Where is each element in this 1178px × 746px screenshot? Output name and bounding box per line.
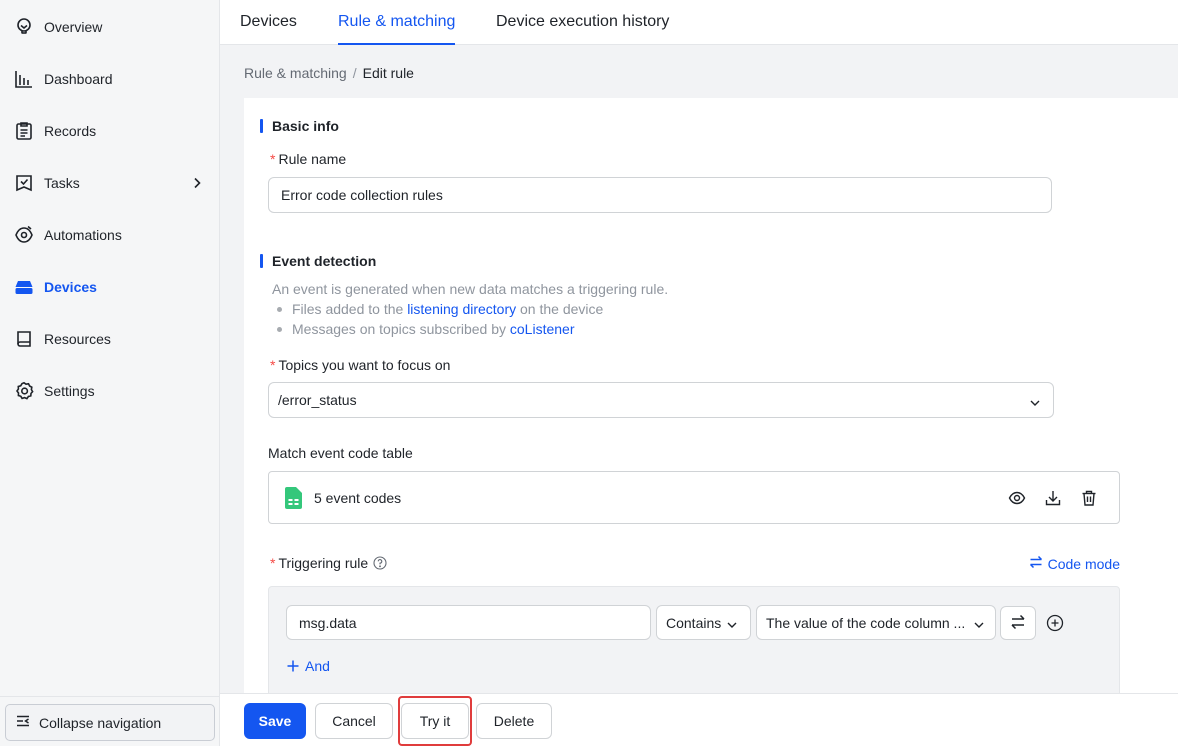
bullet-text: Files added to the [292,301,408,317]
breadcrumb-parent[interactable]: Rule & matching [244,65,347,81]
lightbulb-icon [14,17,34,37]
condition-value-text: The value of the code column ... [766,614,966,631]
rule-name-label: * Rule name [270,151,346,167]
tab-rule-matching[interactable]: Rule & matching [338,0,456,45]
gear-icon [14,381,34,401]
collapse-icon [15,713,31,732]
topics-label-text: Topics you want to focus on [278,357,451,373]
task-icon [14,173,34,193]
sidebar-item-settings[interactable]: Settings [0,371,219,411]
sidebar: Overview Dashboard Records Tasks Automat… [0,0,220,746]
sidebar-item-label: Resources [44,331,111,347]
rule-name-input[interactable]: Error code collection rules [268,177,1052,213]
triggering-rule-label-text: Triggering rule [278,555,369,571]
edit-rule-form: Basic info * Rule name Error code collect… [244,98,1178,693]
sidebar-item-devices[interactable]: Devices [0,267,219,307]
event-code-table-name: 5 event codes [314,489,402,506]
sidebar-item-label: Settings [44,383,95,399]
plus-icon [287,660,299,672]
chevron-down-icon [726,618,738,634]
breadcrumb-separator: / [352,65,357,81]
sidebar-item-overview[interactable]: Overview [0,7,219,47]
add-and-button[interactable]: And [287,658,330,674]
sidebar-item-automations[interactable]: Automations [0,215,219,255]
sidebar-item-label: Automations [44,227,122,243]
sidebar-item-label: Overview [44,19,103,35]
main-content: Rule & matching / Edit rule Basic info * Ru… [220,45,1178,693]
event-detection-description: An event is generated when new data matc… [272,279,972,339]
listening-directory-link[interactable]: listening directory [407,301,516,317]
sidebar-item-resources[interactable]: Resources [0,319,219,359]
basic-info-title: Basic info [260,118,339,134]
code-mode-label: Code mode [1047,555,1120,572]
bullet-text: Messages on topics subscribed by [292,321,510,337]
sidebar-item-tasks[interactable]: Tasks [0,163,219,203]
triggering-rule-box: msg.data Contains The value of the code … [268,586,1120,693]
code-mode-button[interactable]: Code mode [1029,555,1120,572]
sidebar-item-label: Dashboard [44,71,113,87]
divider [0,696,219,697]
save-button[interactable]: Save [244,703,306,739]
condition-value-select[interactable]: The value of the code column ... [756,605,996,640]
topics-label: * Topics you want to focus on [270,357,450,373]
sidebar-item-records[interactable]: Records [0,111,219,151]
tab-device-execution-history[interactable]: Device execution history [496,0,669,45]
chevron-down-icon [1029,396,1041,412]
topics-select[interactable]: /error_status [268,382,1054,418]
condition-field-input[interactable]: msg.data [286,605,651,640]
swap-icon [1010,614,1026,633]
bar-chart-icon [14,69,34,89]
breadcrumb-current: Edit rule [362,65,414,81]
match-table-label: Match event code table [268,445,413,461]
collapse-navigation-label: Collapse navigation [39,714,162,731]
device-icon [14,277,34,297]
rule-name-label-text: Rule name [278,151,347,167]
chevron-right-icon [189,175,205,194]
colistener-link[interactable]: coListener [510,321,575,337]
sidebar-item-label: Tasks [44,175,80,191]
automation-icon [14,225,34,245]
breadcrumb: Rule & matching / Edit rule [244,65,414,81]
download-icon[interactable] [1043,488,1063,508]
chevron-down-icon [973,618,985,634]
required-mark: * [270,151,276,167]
help-icon[interactable] [373,556,387,570]
highlight-box [398,696,472,746]
sidebar-item-dashboard[interactable]: Dashboard [0,59,219,99]
clipboard-icon [14,121,34,141]
event-code-table: 5 event codes [268,471,1120,524]
spreadsheet-icon [285,486,302,509]
sidebar-item-label: Records [44,123,97,139]
tab-devices[interactable]: Devices [240,0,297,45]
and-label: And [305,658,330,674]
eye-icon[interactable] [1007,488,1027,508]
swap-condition-button[interactable] [1000,606,1036,640]
collapse-navigation-button[interactable]: Collapse navigation [5,704,215,741]
event-detection-title: Event detection [260,253,376,269]
condition-operator-select[interactable]: Contains [656,605,751,640]
tab-bar: Devices Rule & matching Device execution… [220,0,1178,45]
footer-actions: Save Cancel Try it Delete [220,693,1178,746]
bullet-text: on the device [516,301,604,317]
swap-icon [1029,555,1043,572]
condition-operator-value: Contains [666,614,722,631]
sidebar-item-label: Devices [44,279,97,295]
description-bullet: Files added to the listening directory o… [272,299,972,319]
delete-button[interactable]: Delete [476,703,552,739]
book-icon [14,329,34,349]
description-bullet: Messages on topics subscribed by coListe… [272,319,972,339]
cancel-button[interactable]: Cancel [315,703,393,739]
description-text: An event is generated when new data matc… [272,281,669,297]
triggering-rule-label: * Triggering rule [270,555,387,571]
required-mark: * [270,357,276,373]
trash-icon[interactable] [1079,488,1099,508]
required-mark: * [270,555,276,571]
add-condition-icon[interactable] [1045,613,1065,633]
topics-select-value: /error_status [278,392,357,408]
